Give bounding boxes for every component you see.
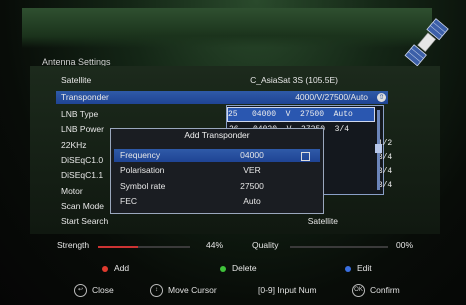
- setting-label: 22KHz: [61, 140, 87, 150]
- field-label: Polarisation: [120, 165, 165, 175]
- strength-fill: [98, 246, 139, 248]
- setting-label: Satellite: [61, 75, 92, 85]
- delete-key-label: Delete: [232, 263, 257, 273]
- quality-label: Quality: [252, 240, 279, 250]
- delete-key[interactable]: Delete: [220, 262, 257, 274]
- setting-label: DiSEqC1.1: [61, 170, 104, 180]
- move-cursor-label: Move Cursor: [168, 285, 217, 295]
- field-value: Auto: [243, 196, 261, 206]
- quality-bar: [290, 246, 388, 248]
- field-value: 27500: [240, 181, 264, 191]
- confirm-hint[interactable]: OK Confirm: [352, 283, 400, 298]
- setting-value: Satellite: [307, 216, 338, 226]
- setting-transponder[interactable]: Transponder 4000/V/27500/Auto ⇧: [56, 91, 388, 104]
- setting-value: 4000/V/27500/Auto: [295, 92, 368, 102]
- quality-value: 00%: [396, 240, 414, 250]
- exit-button-icon: ↩: [74, 284, 87, 298]
- setting-label: DiSEqC1.0: [61, 155, 104, 165]
- field-label: Symbol rate: [120, 181, 166, 191]
- edit-key[interactable]: Edit: [345, 262, 372, 274]
- setting-label: Motor: [61, 186, 83, 196]
- navigation-icon: ↕: [150, 284, 163, 298]
- confirm-label: Confirm: [370, 285, 400, 295]
- close-hint[interactable]: ↩ Close: [74, 283, 114, 298]
- input-num-key: [0-9]: [258, 285, 276, 295]
- move-cursor-hint: ↕ Move Cursor: [150, 283, 217, 298]
- green-key-icon: [220, 265, 226, 272]
- ok-button-icon: OK: [352, 284, 365, 298]
- header-band: [22, 8, 432, 48]
- transponder-list-icon: ⇧: [377, 93, 386, 102]
- scrollbar-thumb[interactable]: [375, 144, 382, 153]
- close-label: Close: [92, 285, 114, 295]
- field-polarisation[interactable]: Polarisation VER: [114, 164, 320, 177]
- red-key-icon: [102, 265, 108, 272]
- input-num-hint: [0-9] Input Num: [258, 283, 317, 297]
- satellite-icon: [404, 18, 449, 67]
- setting-label: LNB Power: [61, 124, 104, 134]
- numeric-input-icon: [301, 152, 310, 161]
- strength-label: Strength: [57, 240, 90, 250]
- setting-label: Transponder: [61, 92, 109, 102]
- transponder-item[interactable]: 25 04000 V 27500 Auto: [227, 107, 375, 122]
- field-symbol-rate[interactable]: Symbol rate 27500: [114, 180, 320, 193]
- blue-key-icon: [345, 265, 351, 272]
- add-key[interactable]: Add: [102, 262, 129, 274]
- field-label: Frequency: [120, 150, 161, 160]
- field-label: FEC: [120, 196, 137, 206]
- setting-label: Start Search: [61, 216, 109, 226]
- tv-screen: Antenna Settings Satellite C_AsiaSat 3S …: [0, 0, 466, 305]
- field-frequency[interactable]: Frequency 04000: [114, 149, 320, 162]
- setting-label: Scan Mode: [61, 201, 104, 211]
- strength-value: 44%: [206, 240, 224, 250]
- dialog-title: Add Transponder: [184, 130, 250, 140]
- setting-label: LNB Type: [61, 109, 99, 119]
- field-value: VER: [243, 165, 261, 175]
- edit-key-label: Edit: [357, 263, 372, 273]
- strength-bar: [98, 246, 190, 248]
- input-num-label: Input Num: [277, 285, 317, 295]
- setting-value: C_AsiaSat 3S (105.5E): [250, 75, 338, 85]
- setting-satellite[interactable]: Satellite C_AsiaSat 3S (105.5E): [56, 74, 388, 87]
- add-transponder-dialog: Add Transponder Frequency 04000 Polarisa…: [110, 128, 324, 214]
- add-key-label: Add: [114, 263, 130, 273]
- field-value: 04000: [240, 150, 264, 160]
- field-fec[interactable]: FEC Auto: [114, 195, 320, 208]
- setting-start-search[interactable]: Start Search Satellite: [56, 215, 388, 228]
